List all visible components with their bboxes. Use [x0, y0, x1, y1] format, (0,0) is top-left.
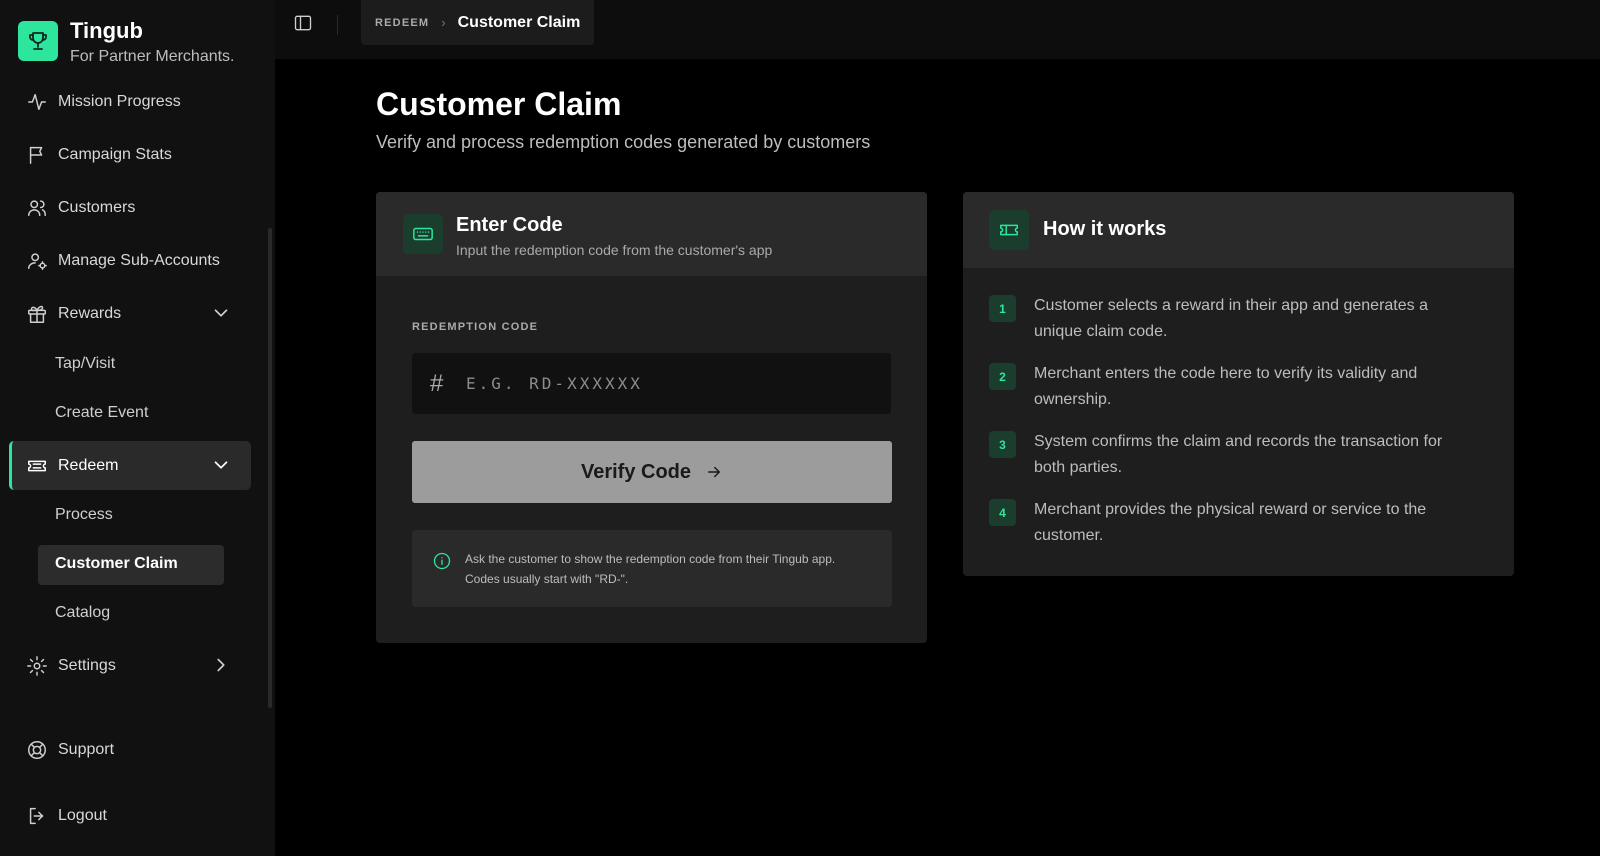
how-it-works-card: How it works 1 Customer selects a reward…: [963, 192, 1514, 576]
step-number: 3: [989, 431, 1016, 458]
brand[interactable]: Tingub For Partner Merchants.: [18, 18, 235, 66]
info-notice: Ask the customer to show the redemption …: [412, 530, 892, 607]
step-item: 4 Merchant provides the physical reward …: [989, 497, 1464, 549]
sidebar-item-campaign-stats[interactable]: Campaign Stats: [26, 143, 172, 167]
sidebar-subitem-create-event[interactable]: Create Event: [55, 404, 148, 422]
chevron-right-icon[interactable]: [210, 654, 232, 676]
enter-code-card: Enter Code Input the redemption code fro…: [376, 192, 927, 643]
sidebar-item-logout[interactable]: Logout: [26, 804, 107, 828]
sidebar-item-label: Customers: [58, 199, 136, 216]
gear-icon: [27, 656, 47, 676]
card-header: How it works: [963, 192, 1514, 268]
step-text: System confirms the claim and records th…: [1034, 433, 1443, 476]
sidebar-subitem-catalog[interactable]: Catalog: [55, 604, 110, 622]
chevron-down-icon[interactable]: [210, 454, 232, 476]
sidebar-subitem-customer-claim[interactable]: Customer Claim: [55, 555, 178, 573]
breadcrumb-current: Customer Claim: [457, 13, 581, 31]
step-item: 3 System confirms the claim and records …: [989, 429, 1464, 481]
logout-icon: [29, 807, 44, 825]
ticket-icon: [989, 210, 1029, 250]
divider: [337, 15, 338, 35]
redemption-code-field[interactable]: #: [412, 353, 891, 414]
card-header: Enter Code Input the redemption code fro…: [376, 192, 927, 276]
card-title: How it works: [1043, 218, 1167, 240]
brand-name: Tingub: [70, 18, 143, 43]
step-text: Merchant provides the physical reward or…: [1034, 501, 1427, 544]
sidebar-item-label: Manage Sub-Accounts: [58, 252, 220, 269]
flag-icon: [29, 146, 43, 164]
sidebar-item-label: Campaign Stats: [58, 146, 172, 163]
page-title: Customer Claim: [376, 86, 622, 122]
step-item: 2 Merchant enters the code here to verif…: [989, 361, 1464, 413]
sidebar-toggle-icon[interactable]: [293, 13, 315, 35]
brand-tagline: For Partner Merchants.: [70, 48, 235, 65]
step-number: 2: [989, 363, 1016, 390]
redemption-code-input[interactable]: [466, 374, 866, 393]
hash-icon: #: [430, 369, 444, 397]
sidebar-item-support[interactable]: Support: [26, 738, 114, 762]
verify-code-button[interactable]: Verify Code: [412, 441, 892, 503]
step-number: 1: [989, 295, 1016, 322]
info-icon: [432, 551, 452, 571]
card-subtitle: Input the redemption code from the custo…: [456, 242, 773, 258]
step-text: Customer selects a reward in their app a…: [1034, 297, 1428, 340]
sidebar-item-redeem[interactable]: Redeem: [26, 454, 118, 478]
sidebar-item-label: Rewards: [58, 305, 122, 322]
users-icon: [28, 200, 46, 217]
step-item: 1 Customer selects a reward in their app…: [989, 293, 1464, 345]
page-subtitle: Verify and process redemption codes gene…: [376, 132, 871, 152]
sidebar-item-label: Logout: [58, 807, 107, 824]
user-cog-icon: [28, 253, 47, 270]
sidebar-item-rewards[interactable]: Rewards: [26, 302, 121, 326]
chevron-down-icon[interactable]: [210, 302, 232, 324]
sidebar-subitem-process[interactable]: Process: [55, 506, 113, 524]
sidebar-item-customers[interactable]: Customers: [26, 196, 135, 220]
sidebar-item-manage-sub-accounts[interactable]: Manage Sub-Accounts: [26, 249, 220, 273]
keyboard-icon: [403, 214, 443, 254]
redemption-code-label: REDEMPTION CODE: [412, 321, 539, 333]
chevron-right-icon: ›: [441, 15, 446, 30]
verify-code-label: Verify Code: [580, 460, 692, 483]
info-text: Ask the customer to show the redemption …: [465, 552, 836, 586]
topbar: REDEEM › Customer Claim: [275, 0, 1600, 59]
sidebar-item-label: Settings: [58, 657, 116, 674]
sidebar-item-label: Support: [58, 741, 115, 758]
step-number: 4: [989, 499, 1016, 526]
gift-icon: [28, 305, 46, 323]
ticket-icon: [28, 460, 46, 472]
sidebar-item-label: Redeem: [58, 457, 119, 474]
life-buoy-icon: [28, 741, 46, 759]
card-title: Enter Code: [456, 214, 563, 236]
sidebar: Tingub For Partner Merchants. Mission Pr…: [0, 0, 275, 856]
sidebar-item-label: Mission Progress: [58, 93, 181, 110]
step-text: Merchant enters the code here to verify …: [1034, 365, 1418, 408]
sidebar-scrollbar[interactable]: [268, 228, 272, 708]
sidebar-item-mission-progress[interactable]: Mission Progress: [26, 90, 181, 114]
arrow-right-icon: [708, 466, 721, 478]
breadcrumb: REDEEM › Customer Claim: [361, 0, 595, 45]
breadcrumb-parent[interactable]: REDEEM: [375, 17, 429, 29]
sidebar-subitem-tap-visit[interactable]: Tap/Visit: [55, 355, 115, 373]
trophy-icon: [18, 21, 58, 61]
activity-icon: [28, 93, 46, 111]
sidebar-item-settings[interactable]: Settings: [26, 654, 116, 678]
